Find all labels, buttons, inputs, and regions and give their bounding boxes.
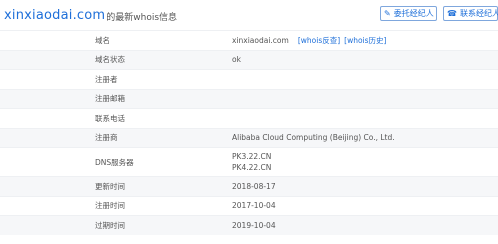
expiry-date-value: 2019-10-04 [232,220,276,230]
dns-server-2: PK4.22.CN [232,163,272,172]
table-row: 注册时间 2017-10-04 [0,195,498,216]
entrust-broker-label: 委托经纪人 [393,9,434,18]
table-row: 过期时间 2019-10-04 [0,215,498,235]
domain-title[interactable]: xinxiaodai.com [4,8,105,23]
status-value: ok [232,55,241,65]
title-suffix: 的最新whois信息 [106,12,178,23]
row-label: 注册商 [95,133,118,143]
contact-broker-label: 联系经纪人 [459,9,498,18]
contact-icon: ☎ [447,9,457,18]
row-label: 联系电话 [95,113,125,123]
registrar-value: Alibaba Cloud Computing (Beijing) Co., L… [232,133,395,143]
row-label: DNS服务器 [95,157,134,167]
row-label: 域名状态 [95,55,125,65]
whois-table: 域名 xinxiaodai.com [whois反查] [whois历史] 域名… [0,30,498,235]
dns-server-1: PK3.22.CN [232,152,272,161]
table-row: 域名状态 ok [0,49,498,69]
table-row: 注册邮箱 [0,88,498,108]
table-row: 域名 xinxiaodai.com [whois反查] [whois历史] [0,30,498,50]
contact-broker-button[interactable]: ☎ 联系经纪人 [443,6,498,21]
row-label: 注册邮箱 [95,94,125,104]
domain-value: xinxiaodai.com [232,35,289,45]
table-row: 注册商 Alibaba Cloud Computing (Beijing) Co… [0,127,498,147]
table-row: 更新时间 2018-08-17 [0,176,498,196]
whois-history-link[interactable]: [whois历史] [344,35,386,46]
dns-values: PK3.22.CN PK4.22.CN [232,151,271,173]
row-label: 过期时间 [95,220,125,230]
table-row: DNS服务器 PK3.22.CN PK4.22.CN [0,147,498,176]
updated-date-value: 2018-08-17 [232,181,276,191]
edit-icon: ✎ [384,9,391,18]
row-label: 注册者 [95,74,118,84]
created-date-value: 2017-10-04 [232,201,276,211]
table-row: 注册者 [0,69,498,89]
row-label: 更新时间 [95,181,125,191]
entrust-broker-button[interactable]: ✎ 委托经纪人 [380,6,437,21]
row-label: 域名 [95,35,110,45]
row-label: 注册时间 [95,201,125,211]
row-value: xinxiaodai.com [whois反查] [whois历史] [232,35,386,46]
table-row: 联系电话 [0,108,498,128]
whois-reverse-link[interactable]: [whois反查] [298,35,340,46]
whois-header: xinxiaodai.com 的最新whois信息 ✎ 委托经纪人 ☎ 联系经纪… [0,0,498,30]
